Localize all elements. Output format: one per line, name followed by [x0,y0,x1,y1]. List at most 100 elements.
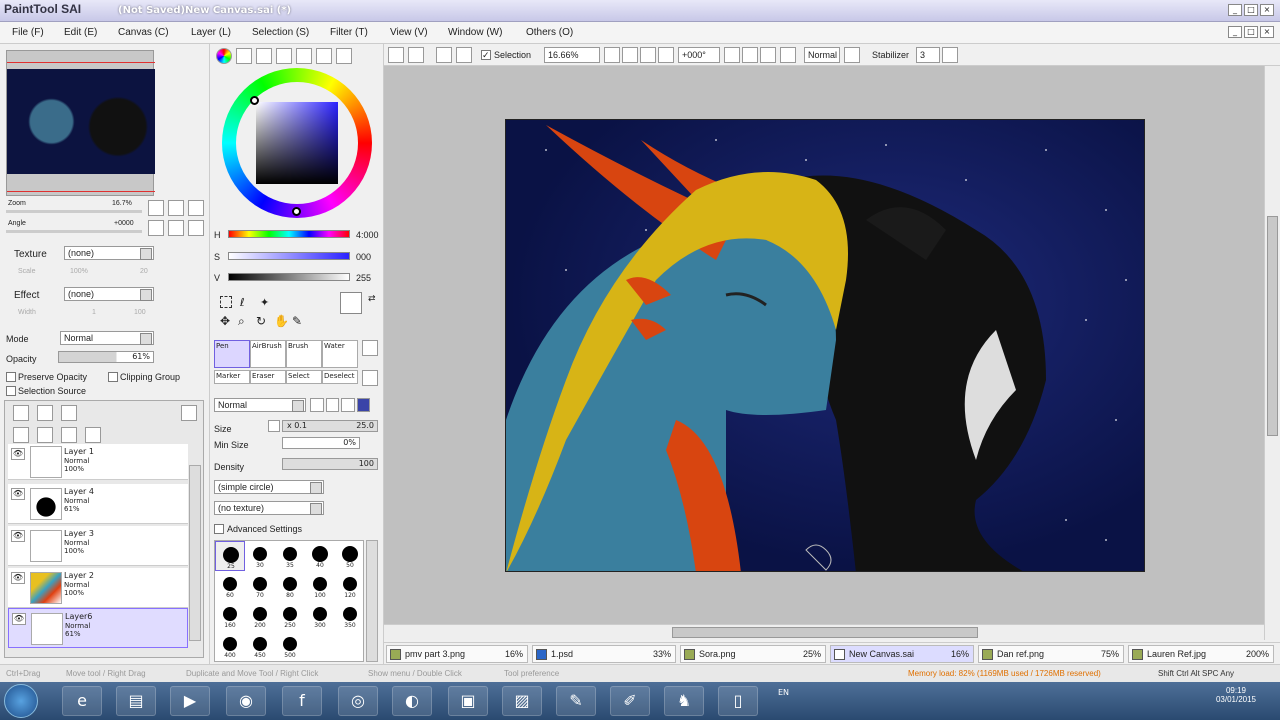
rectangle-select-icon[interactable] [220,296,232,308]
vertical-scroll-thumb[interactable] [1267,216,1278,436]
sv-picker-handle[interactable] [250,96,259,105]
transfer-down-button[interactable] [13,427,29,443]
rotate-left-button[interactable] [724,47,740,63]
stabilizer-select[interactable]: 3 [916,47,940,63]
texture-select[interactable]: (none) [64,246,154,260]
brush-size-preset[interactable]: 40 [305,541,335,571]
layer-item-selected[interactable]: 👁 Layer6 Normal 61% [8,608,188,648]
brush-size-preset[interactable]: 50 [335,541,365,571]
artwork-canvas[interactable] [505,119,1145,572]
move-icon[interactable]: ✥ [220,314,230,328]
brush-blend-mode-select[interactable]: Normal [214,398,306,412]
tool-deselect[interactable]: Deselect [322,370,358,384]
visibility-eye-icon[interactable]: 👁 [11,448,25,460]
brush-size-preset[interactable]: 80 [275,571,305,601]
tool-scroll-down-button[interactable] [362,370,378,386]
nav-zoom-reset-button[interactable] [188,200,204,216]
maximize-button[interactable]: □ [1244,4,1258,16]
min-size-slider[interactable]: 0% [282,437,360,449]
nav-rotate-right-button[interactable] [188,220,204,236]
menu-view[interactable]: View (V) [390,27,428,38]
new-layer-button[interactable] [13,405,29,421]
deselect-button[interactable] [408,47,424,63]
rgb-slider-tab-icon[interactable] [236,48,252,64]
explorer-icon[interactable]: ▤ [116,686,156,716]
hsv-slider-tab-icon[interactable] [256,48,272,64]
density-slider[interactable]: 100 [282,458,378,470]
doc-tab[interactable]: Lauren Ref.jpg 200% [1128,645,1274,663]
value-slider[interactable] [228,273,350,281]
opacity-slider[interactable]: 61% [58,351,154,363]
menu-others[interactable]: Others (O) [526,27,573,38]
gimp-icon[interactable]: ✎ [556,686,596,716]
rotate-right-button[interactable] [760,47,776,63]
angle-slider[interactable] [6,230,142,233]
rotate-reset-button[interactable] [742,47,758,63]
menu-canvas[interactable]: Canvas (C) [118,27,169,38]
navigator-preview[interactable] [7,69,155,174]
zoom-fit-button[interactable] [640,47,656,63]
minimize-button[interactable]: _ [1228,4,1242,16]
tool-brush[interactable]: Brush [286,340,322,368]
start-button[interactable] [4,684,38,718]
brush-size-preset[interactable]: 300 [305,601,335,631]
brush-size-preset[interactable]: 350 [335,601,365,631]
tool-eraser[interactable]: Eraser [250,370,286,384]
saturation-slider[interactable] [228,252,350,260]
user-swatches-tab-icon[interactable] [316,48,332,64]
tool-scroll-up-button[interactable] [362,340,378,356]
vertical-scrollbar[interactable] [1264,66,1280,640]
clear-button[interactable] [456,47,472,63]
brush-shape-round-icon[interactable] [341,398,355,412]
rotate-icon[interactable]: ↻ [256,314,266,328]
ie-icon[interactable]: e [62,686,102,716]
delete-layer-button[interactable] [85,427,101,443]
nav-rotate-left-button[interactable] [148,220,164,236]
brush-size-preset[interactable]: 250 [275,601,305,631]
merge-down-button[interactable] [37,427,53,443]
layer-item[interactable]: 👁 Layer 1 Normal 100% [8,444,188,480]
brush-size-preset[interactable]: 200 [245,601,275,631]
new-folder-button[interactable] [61,405,77,421]
device-icon[interactable]: ▯ [718,686,758,716]
tool-pen[interactable]: Pen [214,340,250,368]
brush-shape-select[interactable]: (simple circle) [214,480,324,494]
media-icon[interactable]: ◉ [226,686,266,716]
color-settings-tab-icon[interactable] [336,48,352,64]
hand-icon[interactable]: ✋ [274,314,289,328]
lasso-icon[interactable]: ℓ [240,296,245,309]
brush-size-preset[interactable]: 120 [335,571,365,601]
zoom-icon[interactable]: ⌕ [238,314,245,329]
layer-item[interactable]: 👁 Layer 2 Normal 100% [8,568,188,608]
zoom-slider[interactable] [6,210,142,213]
layer-list-scrollbar[interactable] [189,465,201,641]
angle-field[interactable]: +000° [678,47,720,63]
nav-zoom-in-button[interactable] [168,200,184,216]
zoom-in-button[interactable] [622,47,638,63]
saturation-value-square[interactable] [256,102,338,184]
select-all-button[interactable] [388,47,404,63]
language-indicator[interactable]: EN [778,688,789,697]
brush-size-preset[interactable]: 70 [245,571,275,601]
visibility-eye-icon[interactable]: 👁 [11,572,25,584]
doc-tab[interactable]: pmv part 3.png 16% [386,645,528,663]
blend-mode-select[interactable]: Normal [60,331,154,345]
game-icon[interactable]: ♞ [664,686,704,716]
tool-water[interactable]: Water [322,340,358,368]
menu-selection[interactable]: Selection (S) [252,27,309,38]
zoom-out-button[interactable] [604,47,620,63]
nav-rotate-reset-button[interactable] [168,220,184,236]
media-player-icon[interactable]: ▶ [170,686,210,716]
preserve-opacity-checkbox[interactable] [6,372,16,382]
hue-slider[interactable] [228,230,350,238]
scratchpad-tab-icon[interactable] [296,48,312,64]
visibility-eye-icon[interactable]: 👁 [12,613,26,625]
tool-select[interactable]: Select [286,370,322,384]
invert-button[interactable] [436,47,452,63]
doc-tab[interactable]: 1.psd 33% [532,645,676,663]
brush-size-preset[interactable]: 160 [215,601,245,631]
zoom-reset-button[interactable] [658,47,674,63]
doc-close-button[interactable]: × [1260,26,1274,38]
color-wheel-tab-icon[interactable] [216,48,232,64]
sai-icon[interactable]: ✐ [610,686,650,716]
